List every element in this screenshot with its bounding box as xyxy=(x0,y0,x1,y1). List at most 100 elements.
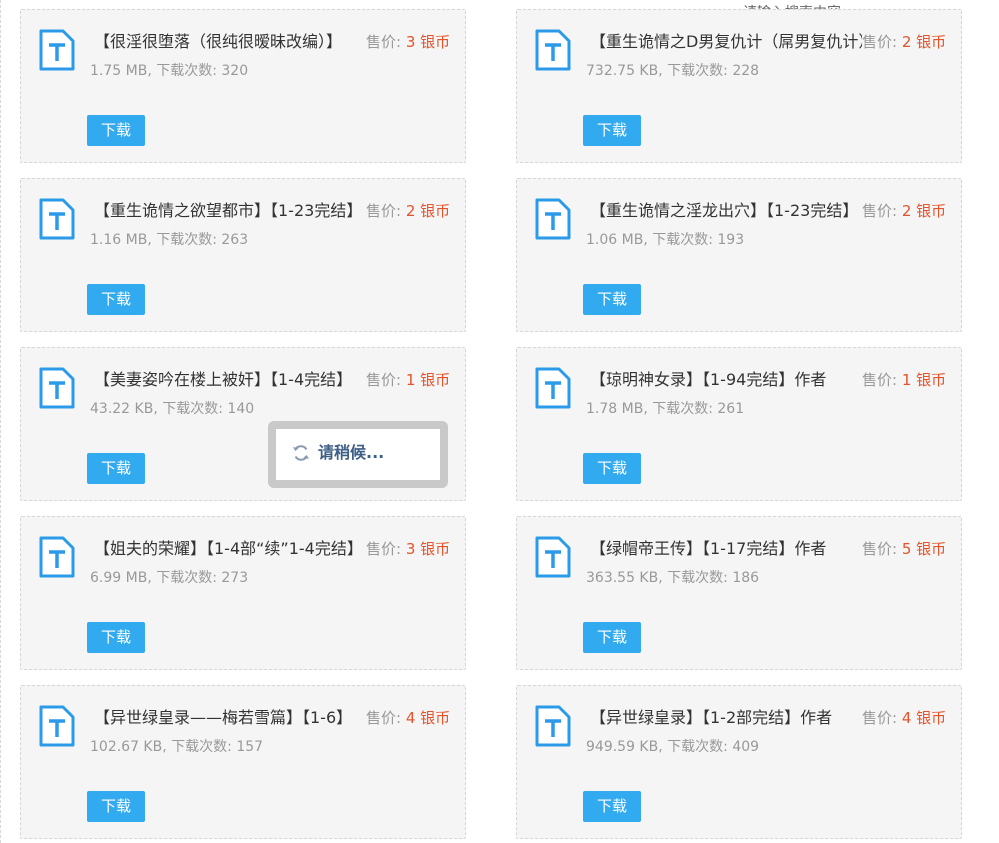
file-size: 1.06 MB xyxy=(586,232,644,248)
text-file-icon xyxy=(39,198,75,240)
price-label: 售价: xyxy=(862,33,902,51)
price-label: 售价: xyxy=(366,371,406,389)
file-size: 949.59 KB xyxy=(586,739,659,755)
price-value: 1 银币 xyxy=(405,371,451,389)
file-meta: 1.16 MB, 下载次数: 263 xyxy=(90,232,249,248)
text-file-icon xyxy=(535,198,571,240)
text-file-icon xyxy=(39,705,75,747)
file-title[interactable]: 【姐夫的荣耀】【1-4部“续”1-4完结】 xyxy=(94,537,366,561)
file-meta: 363.55 KB, 下载次数: 186 xyxy=(586,570,760,586)
price-label: 售价: xyxy=(862,371,902,389)
price-value: 3 银币 xyxy=(405,540,451,558)
price-value: 1 银币 xyxy=(901,371,947,389)
downloads-label: 下载次数: xyxy=(156,232,222,248)
nav-item-events[interactable]: 活动 xyxy=(230,0,260,9)
downloads-label: 下载次数: xyxy=(667,63,733,79)
downloads-label: 下载次数: xyxy=(171,739,237,755)
file-meta: 1.75 MB, 下载次数: 320 xyxy=(90,63,249,79)
file-title[interactable]: 【绿帽帝王传】【1-17完结】作者 xyxy=(590,537,862,561)
file-card: 【异世绿皇录——梅若雪篇】【1-6】 售价: 4 银币 102.67 KB, 下… xyxy=(20,685,466,839)
nav-item-hot[interactable]: 热门书 xyxy=(8,0,53,9)
download-count: 228 xyxy=(732,63,760,79)
loading-dialog: 请稍候... xyxy=(268,421,448,488)
download-count: 193 xyxy=(717,232,745,248)
download-button[interactable]: 下载 xyxy=(583,791,641,822)
file-size: 732.75 KB xyxy=(586,63,659,79)
price-label: 售价: xyxy=(862,709,902,727)
price-value: 4 银币 xyxy=(901,709,947,727)
text-file-icon xyxy=(39,536,75,578)
file-price: 售价: 3 银币 xyxy=(366,537,450,561)
download-button[interactable]: 下载 xyxy=(87,622,145,653)
price-value: 2 银币 xyxy=(405,202,451,220)
file-card: 【重生诡情之淫龙出穴】【1-23完结】 售价: 2 银币 1.06 MB, 下载… xyxy=(516,178,962,332)
nav-item-new[interactable]: 新书 xyxy=(166,0,196,9)
price-value: 5 银币 xyxy=(901,540,947,558)
downloads-label: 下载次数: xyxy=(667,570,733,586)
download-count: 273 xyxy=(221,570,249,586)
price-label: 售价: xyxy=(366,709,406,727)
download-count: 157 xyxy=(236,739,264,755)
nav-item-ranking[interactable]: 排行榜 xyxy=(87,0,132,9)
download-button[interactable]: 下载 xyxy=(87,284,145,315)
refresh-icon xyxy=(293,445,309,461)
file-size: 6.99 MB xyxy=(90,570,148,586)
price-label: 售价: xyxy=(862,202,902,220)
text-file-icon xyxy=(535,536,571,578)
downloads-label: 下载次数: xyxy=(652,401,718,417)
download-button[interactable]: 下载 xyxy=(583,622,641,653)
download-count: 140 xyxy=(227,401,255,417)
file-card: 【琼明神女录】【1-94完结】作者 售价: 1 银币 1.78 MB, 下载次数… xyxy=(516,347,962,501)
file-title[interactable]: 【异世绿皇录】【1-2部完结】作者 xyxy=(590,706,862,730)
file-price: 售价: 2 银币 xyxy=(862,30,946,54)
text-file-icon xyxy=(535,705,571,747)
file-size: 1.78 MB xyxy=(586,401,644,417)
file-card: 【异世绿皇录】【1-2部完结】作者 售价: 4 银币 949.59 KB, 下载… xyxy=(516,685,962,839)
price-value: 2 银币 xyxy=(901,202,947,220)
download-button[interactable]: 下载 xyxy=(87,791,145,822)
file-size: 363.55 KB xyxy=(586,570,659,586)
file-meta: 1.78 MB, 下载次数: 261 xyxy=(586,401,745,417)
file-price: 售价: 3 银币 xyxy=(366,30,450,54)
downloads-label: 下载次数: xyxy=(652,232,718,248)
file-size: 43.22 KB xyxy=(90,401,154,417)
page-left-border xyxy=(0,0,1,843)
file-title[interactable]: 【很淫很堕落（很纯很暧昧改编）】 xyxy=(94,30,366,54)
downloads-label: 下载次数: xyxy=(667,739,733,755)
price-value: 2 银币 xyxy=(901,33,947,51)
file-price: 售价: 2 银币 xyxy=(366,199,450,223)
download-button[interactable]: 下载 xyxy=(583,284,641,315)
download-button[interactable]: 下载 xyxy=(583,115,641,146)
price-label: 售价: xyxy=(366,33,406,51)
file-card: 【重生诡情之欲望都市】【1-23完结】 售价: 2 银币 1.16 MB, 下载… xyxy=(20,178,466,332)
download-count: 186 xyxy=(732,570,760,586)
file-title[interactable]: 【重生诡情之D男复仇计（屌男复仇计）】 xyxy=(590,30,862,54)
download-count: 261 xyxy=(717,401,745,417)
file-size: 1.75 MB xyxy=(90,63,148,79)
file-title[interactable]: 【重生诡情之淫龙出穴】【1-23完结】 xyxy=(590,199,862,223)
download-button[interactable]: 下载 xyxy=(87,453,145,484)
file-size: 102.67 KB xyxy=(90,739,163,755)
file-title[interactable]: 【美妻姿吟在楼上被奸】【1-4完结】 xyxy=(94,368,366,392)
text-file-icon xyxy=(39,367,75,409)
file-price: 售价: 5 银币 xyxy=(862,537,946,561)
file-meta: 6.99 MB, 下载次数: 273 xyxy=(90,570,249,586)
file-title[interactable]: 【琼明神女录】【1-94完结】作者 xyxy=(590,368,862,392)
download-button[interactable]: 下载 xyxy=(87,115,145,146)
download-count: 409 xyxy=(732,739,760,755)
download-button[interactable]: 下载 xyxy=(583,453,641,484)
loading-message: 请稍候... xyxy=(318,443,385,462)
file-card: 【重生诡情之D男复仇计（屌男复仇计）】 售价: 2 银币 732.75 KB, … xyxy=(516,9,962,163)
text-file-icon xyxy=(535,29,571,71)
file-title[interactable]: 【异世绿皇录——梅若雪篇】【1-6】 xyxy=(94,706,366,730)
download-count: 320 xyxy=(221,63,249,79)
file-title[interactable]: 【重生诡情之欲望都市】【1-23完结】 xyxy=(94,199,366,223)
file-card: 【很淫很堕落（很纯很暧昧改编）】 售价: 3 银币 1.75 MB, 下载次数:… xyxy=(20,9,466,163)
file-price: 售价: 2 银币 xyxy=(862,199,946,223)
file-card: 【绿帽帝王传】【1-17完结】作者 售价: 5 银币 363.55 KB, 下载… xyxy=(516,516,962,670)
file-meta: 732.75 KB, 下载次数: 228 xyxy=(586,63,760,79)
price-label: 售价: xyxy=(366,202,406,220)
file-size: 1.16 MB xyxy=(90,232,148,248)
file-meta: 949.59 KB, 下载次数: 409 xyxy=(586,739,760,755)
price-label: 售价: xyxy=(862,540,902,558)
